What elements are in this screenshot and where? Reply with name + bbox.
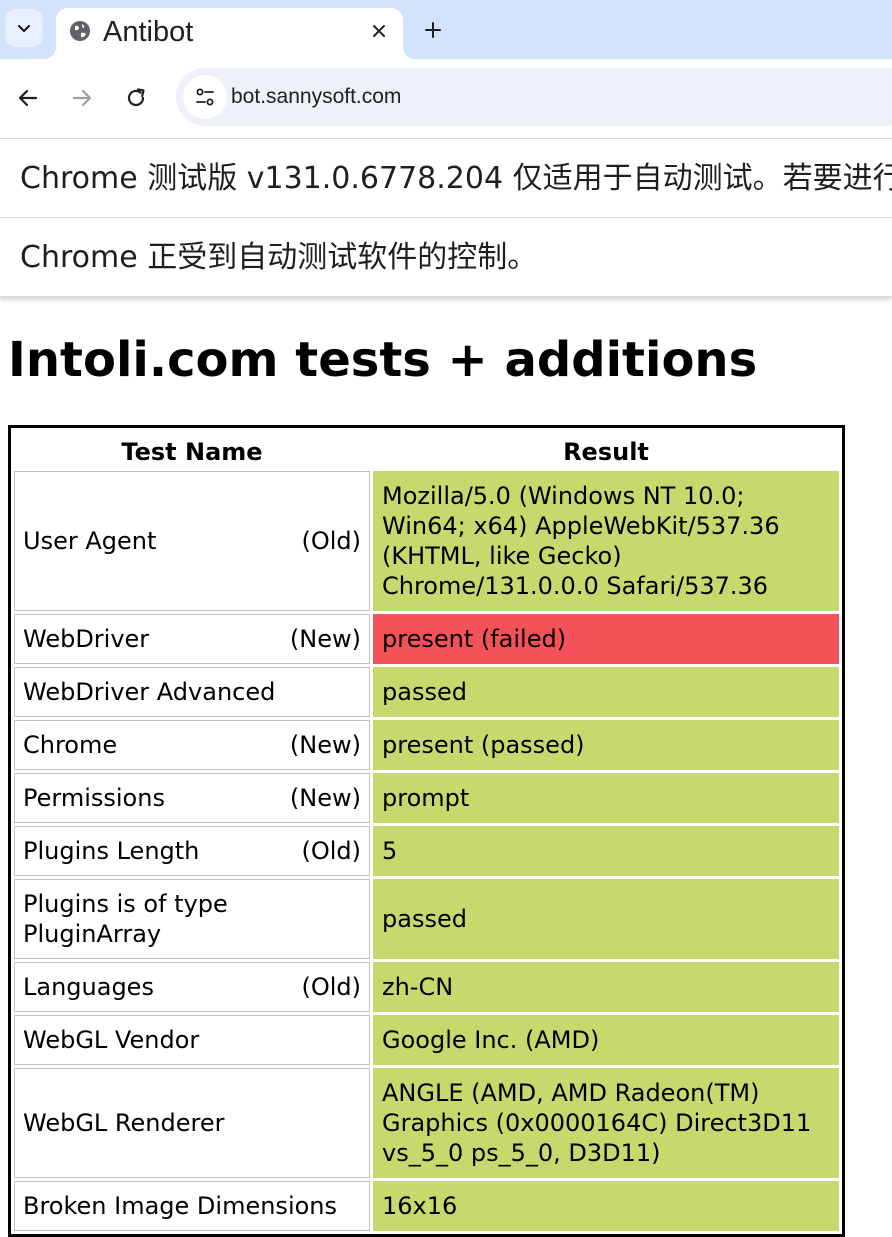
- test-result-cell: zh-CN: [373, 962, 839, 1012]
- test-name-wrap: Plugins Length (Old): [23, 836, 361, 866]
- test-result-cell: 5: [373, 826, 839, 876]
- test-result-cell: passed: [373, 667, 839, 717]
- plus-icon: [425, 22, 441, 38]
- tab-strip: Antibot: [0, 0, 892, 59]
- close-icon: [373, 25, 385, 37]
- test-result-cell: passed: [373, 879, 839, 959]
- reload-button[interactable]: [120, 82, 152, 114]
- test-name-cell: WebGL Renderer: [14, 1068, 370, 1178]
- table-row: WebDriver Advanced passed: [14, 667, 839, 717]
- test-result-cell: ANGLE (AMD, AMD Radeon(TM) Graphics (0x0…: [373, 1068, 839, 1178]
- reload-icon: [127, 88, 145, 107]
- address-bar[interactable]: bot.sannysoft.com: [176, 68, 892, 126]
- test-name-cell: WebDriver (New): [14, 614, 370, 664]
- test-name: Broken Image Dimensions: [23, 1192, 338, 1220]
- test-name: WebDriver: [23, 625, 150, 653]
- tune-icon: [196, 88, 214, 106]
- test-name: User Agent: [23, 527, 157, 555]
- test-result-cell: Mozilla/5.0 (Windows NT 10.0; Win64; x64…: [373, 471, 839, 611]
- test-name: Permissions: [23, 784, 165, 812]
- test-result-cell: Google Inc. (AMD): [373, 1015, 839, 1065]
- test-name-wrap: Languages (Old): [23, 972, 361, 1002]
- site-info-button[interactable]: [183, 75, 227, 119]
- test-version-tag: (Old): [301, 973, 361, 1001]
- forward-button[interactable]: [66, 82, 98, 114]
- test-result-cell: present (passed): [373, 720, 839, 770]
- test-version-tag: (New): [289, 625, 361, 653]
- infobar-text: Chrome 测试版 v131.0.6778.204 仅适用于自动测试。若要进行…: [20, 161, 892, 196]
- results-table-body: User Agent (Old) Mozilla/5.0 (Windows NT 1…: [14, 471, 839, 1231]
- browser-tab[interactable]: Antibot: [56, 8, 403, 59]
- table-row: WebDriver (New) present (failed): [14, 614, 839, 664]
- test-name-cell: Plugins Length (Old): [14, 826, 370, 876]
- chevron-down-icon: [17, 24, 31, 33]
- test-name-wrap: WebGL Renderer: [23, 1108, 361, 1138]
- test-version-tag: (Old): [301, 837, 361, 865]
- test-name-wrap: WebGL Vendor: [23, 1025, 361, 1055]
- test-name-wrap: WebDriver Advanced: [23, 677, 361, 707]
- test-name-cell: User Agent (Old): [14, 471, 370, 611]
- globe-icon: [70, 21, 90, 41]
- table-row: User Agent (Old) Mozilla/5.0 (Windows NT 1…: [14, 471, 839, 611]
- column-header-result: Result: [563, 437, 649, 466]
- test-name-cell: WebDriver Advanced: [14, 667, 370, 717]
- test-name: WebGL Renderer: [23, 1109, 225, 1137]
- test-name-cell: Chrome (New): [14, 720, 370, 770]
- table-row: Permissions (New) prompt: [14, 773, 839, 823]
- table-header-row: Test Name Result: [14, 431, 839, 468]
- test-name-wrap: User Agent (Old): [23, 526, 361, 556]
- test-result-cell: present (failed): [373, 614, 839, 664]
- test-name-wrap: Permissions (New): [23, 783, 361, 813]
- test-name: Plugins Length: [23, 837, 200, 865]
- test-name: WebGL Vendor: [23, 1026, 200, 1054]
- test-name-wrap: Chrome (New): [23, 730, 361, 760]
- test-name: Languages: [23, 973, 154, 1001]
- table-row: Plugins Length (Old) 5: [14, 826, 839, 876]
- page-title: Intoli.com tests + additions: [8, 332, 758, 388]
- tab-search-button[interactable]: [5, 9, 43, 47]
- table-row: WebGL Vendor Google Inc. (AMD): [14, 1015, 839, 1065]
- infobar-text: Chrome 正受到自动测试软件的控制。: [20, 240, 538, 275]
- test-name-wrap: WebDriver (New): [23, 624, 361, 654]
- test-version-tag: (Old): [301, 527, 361, 555]
- table-row: Languages (Old) zh-CN: [14, 962, 839, 1012]
- table-row: Chrome (New) present (passed): [14, 720, 839, 770]
- test-version-infobar: Chrome 测试版 v131.0.6778.204 仅适用于自动测试。若要进行…: [0, 139, 892, 218]
- test-version-tag: (New): [289, 731, 361, 759]
- test-version-tag: (New): [289, 784, 361, 812]
- test-name: Chrome: [23, 731, 118, 759]
- test-name-wrap: Plugins is of type PluginArray: [23, 889, 361, 949]
- test-name-cell: Permissions (New): [14, 773, 370, 823]
- automation-infobar: Chrome 正受到自动测试软件的控制。: [0, 218, 892, 297]
- tab-close-button[interactable]: [367, 19, 391, 43]
- column-header-test-name: Test Name: [121, 437, 263, 466]
- back-arrow-icon: [18, 89, 38, 107]
- browser-toolbar: bot.sannysoft.com: [0, 59, 892, 139]
- back-button[interactable]: [12, 82, 44, 114]
- tab-title: Antibot: [103, 16, 194, 48]
- test-name-cell: Languages (Old): [14, 962, 370, 1012]
- new-tab-button[interactable]: [418, 15, 448, 45]
- forward-arrow-icon: [72, 89, 92, 107]
- test-name: WebDriver Advanced: [23, 678, 276, 706]
- test-name-cell: WebGL Vendor: [14, 1015, 370, 1065]
- test-result-cell: prompt: [373, 773, 839, 823]
- test-name-wrap: Broken Image Dimensions: [23, 1191, 361, 1221]
- table-row: WebGL Renderer ANGLE (AMD, AMD Radeon(TM)…: [14, 1068, 839, 1178]
- test-name: Plugins is of type PluginArray: [23, 890, 228, 948]
- table-row: Plugins is of type PluginArray passed: [14, 879, 839, 959]
- url-text[interactable]: bot.sannysoft.com: [231, 84, 401, 110]
- test-name-cell: Plugins is of type PluginArray: [14, 879, 370, 959]
- results-table: Test Name Result User Agent (Old) Mozilla/…: [8, 425, 845, 1237]
